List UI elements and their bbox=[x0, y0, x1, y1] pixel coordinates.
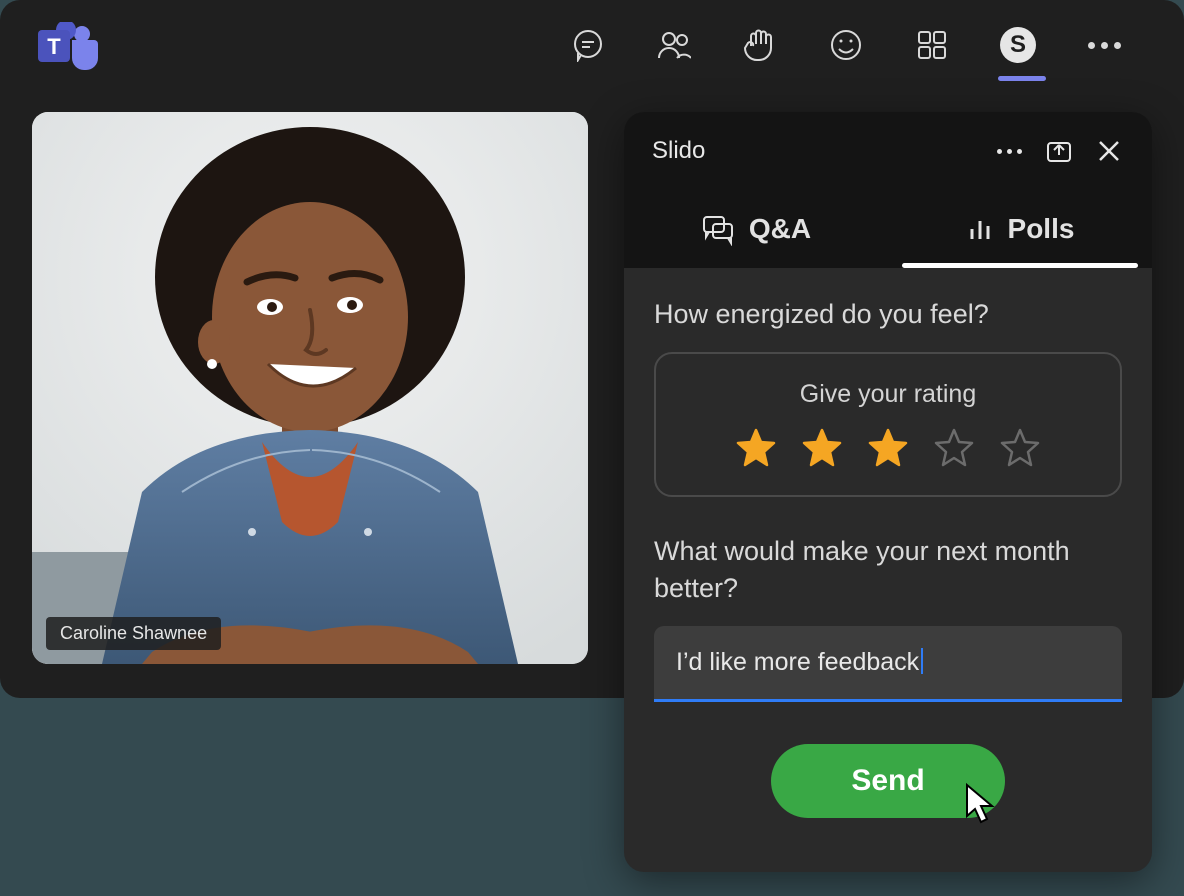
slido-app-icon[interactable]: S bbox=[998, 25, 1038, 65]
rating-star-2[interactable] bbox=[802, 427, 842, 467]
more-icon[interactable] bbox=[1084, 25, 1124, 65]
poll2-question: What would make your next month better? bbox=[654, 533, 1122, 606]
active-app-underline bbox=[998, 76, 1046, 81]
tab-polls-label: Polls bbox=[1008, 213, 1075, 245]
meeting-toolbar: T bbox=[0, 0, 1184, 90]
rating-card: Give your rating bbox=[654, 352, 1122, 497]
slido-panel: Slido Q&A bbox=[624, 112, 1152, 872]
panel-tabs: Q&A Polls bbox=[624, 190, 1152, 268]
participant-video-tile[interactable]: Caroline Shawnee bbox=[32, 112, 588, 664]
close-icon[interactable] bbox=[1094, 136, 1124, 166]
panel-header: Slido bbox=[624, 112, 1152, 190]
reactions-icon[interactable] bbox=[826, 25, 866, 65]
popout-icon[interactable] bbox=[1044, 136, 1074, 166]
poll1-question: How energized do you feel? bbox=[654, 296, 1122, 332]
participant-name-tag: Caroline Shawnee bbox=[46, 617, 221, 650]
slido-letter: S bbox=[1010, 31, 1026, 59]
panel-more-icon[interactable] bbox=[994, 136, 1024, 166]
text-caret bbox=[921, 648, 923, 674]
svg-text:T: T bbox=[47, 34, 61, 59]
participant-video-placeholder bbox=[32, 112, 588, 664]
tab-qa-label: Q&A bbox=[749, 213, 811, 245]
tab-polls[interactable]: Polls bbox=[888, 190, 1152, 268]
panel-title: Slido bbox=[652, 137, 974, 165]
teams-logo: T bbox=[36, 22, 98, 70]
panel-body: How energized do you feel? Give your rat… bbox=[624, 268, 1152, 846]
rating-star-1[interactable] bbox=[736, 427, 776, 467]
raise-hand-icon[interactable] bbox=[740, 25, 780, 65]
rating-stars bbox=[676, 427, 1100, 467]
rating-star-5[interactable] bbox=[1000, 427, 1040, 467]
rooms-icon[interactable] bbox=[912, 25, 952, 65]
people-icon[interactable] bbox=[654, 25, 694, 65]
rating-star-3[interactable] bbox=[868, 427, 908, 467]
rating-label: Give your rating bbox=[676, 380, 1100, 409]
chat-icon[interactable] bbox=[568, 25, 608, 65]
send-button[interactable]: Send bbox=[771, 744, 1004, 818]
tab-qa[interactable]: Q&A bbox=[624, 190, 888, 268]
open-text-input[interactable]: I’d like more feedback bbox=[654, 626, 1122, 702]
slido-badge: S bbox=[1000, 27, 1036, 63]
rating-star-4[interactable] bbox=[934, 427, 974, 467]
open-text-value: I’d like more feedback bbox=[676, 648, 919, 676]
